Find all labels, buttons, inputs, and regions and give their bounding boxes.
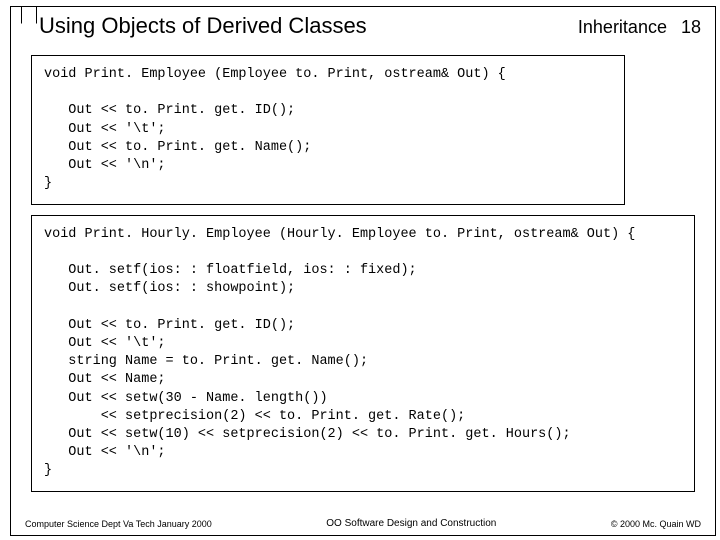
footer-left: Computer Science Dept Va Tech January 20… [25,519,212,529]
slide-header: Using Objects of Derived Classes Inherit… [11,7,715,49]
footer-mid: OO Software Design and Construction [212,518,611,529]
code-listing-1: void Print. Employee (Employee to. Print… [44,66,612,194]
slide-frame: Using Objects of Derived Classes Inherit… [10,6,716,536]
page-number: 18 [681,17,701,38]
code-box-2: void Print. Hourly. Employee (Hourly. Em… [31,215,695,492]
footer-right: © 2000 Mc. Quain WD [611,519,701,529]
slide-tab [21,6,37,24]
code-box-1: void Print. Employee (Employee to. Print… [31,55,625,205]
header-right: Inheritance 18 [578,17,701,38]
category-label: Inheritance [578,17,667,38]
slide-footer: Computer Science Dept Va Tech January 20… [25,518,701,529]
slide-title: Using Objects of Derived Classes [39,13,367,39]
code-listing-2: void Print. Hourly. Employee (Hourly. Em… [44,226,682,481]
